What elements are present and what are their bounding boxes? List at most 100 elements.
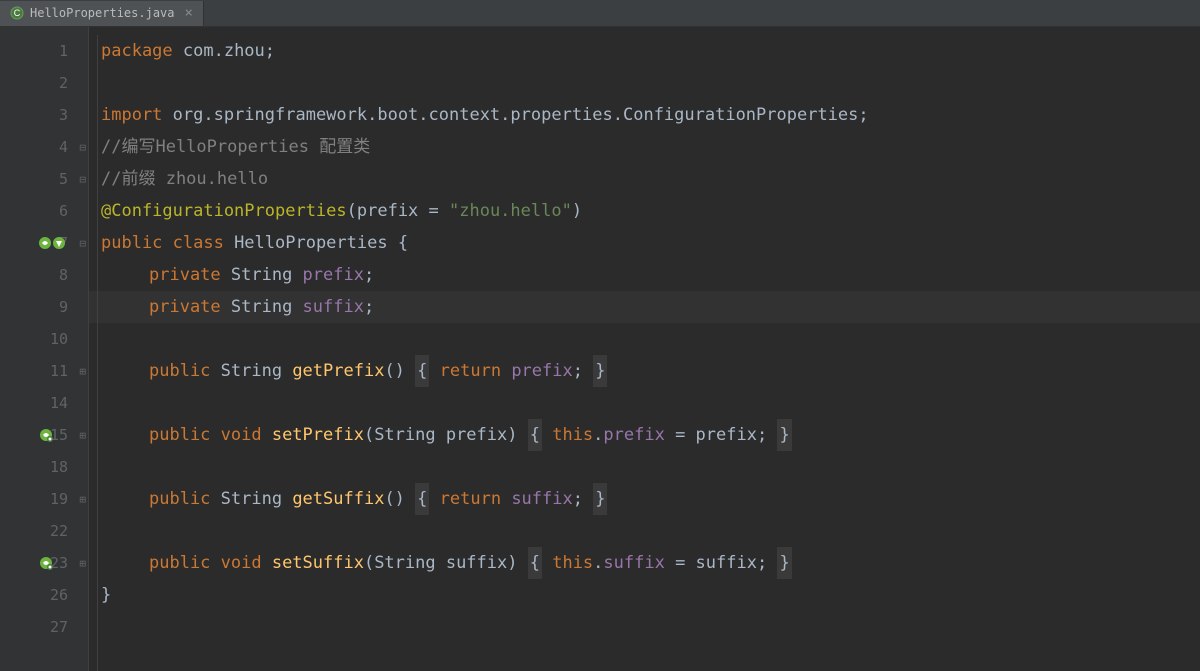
code-token: () (384, 483, 415, 515)
code-token: String (231, 259, 303, 291)
spring-icon[interactable] (38, 427, 68, 443)
line-number: 22 (50, 522, 68, 540)
code-token (542, 419, 552, 451)
line-number: 27 (50, 618, 68, 636)
fold-icon[interactable]: ⊟ (79, 173, 86, 186)
code-line[interactable]: public class HelloProperties { (89, 227, 1200, 259)
gutter-line[interactable]: 4⊟ (0, 131, 88, 163)
gutter-line[interactable]: 9 (0, 291, 88, 323)
code-line[interactable] (89, 451, 1200, 483)
fold-icon[interactable]: ⊟ (79, 141, 86, 154)
code-token: return (440, 355, 512, 387)
code-token: { (388, 227, 408, 259)
gutter-line[interactable]: 11 ⊞ (0, 355, 88, 387)
code-token: prefix (511, 355, 572, 387)
line-number: 11 (50, 362, 68, 380)
code-line[interactable]: public String getPrefix() { return prefi… (89, 355, 1200, 387)
code-token: } (101, 579, 111, 611)
gutter-line[interactable]: 6 (0, 195, 88, 227)
code-token: this (552, 547, 593, 579)
code-line[interactable]: import org.springframework.boot.context.… (89, 99, 1200, 131)
code-token: public void (149, 419, 272, 451)
code-token: ; (265, 35, 275, 67)
gutter-line[interactable]: 15⊞ (0, 419, 88, 451)
code-token: package (101, 35, 183, 67)
line-number: 8 (59, 266, 68, 284)
gutter-line[interactable]: 22 (0, 515, 88, 547)
code-token (583, 355, 593, 387)
fold-icon[interactable]: ⊞ (79, 493, 86, 506)
code-token (583, 483, 593, 515)
gutter-line[interactable]: 10 (0, 323, 88, 355)
line-number: 4 (59, 138, 68, 156)
code-token: setPrefix (272, 419, 364, 451)
code-token: prefix (303, 259, 364, 291)
code-token: org.springframework.boot.context.propert… (173, 99, 859, 131)
code-line[interactable] (89, 67, 1200, 99)
code-token: { (528, 547, 542, 579)
svg-text:C: C (14, 8, 21, 18)
gutter-line[interactable]: 18 (0, 451, 88, 483)
spring-icon[interactable] (38, 235, 68, 251)
code-line[interactable]: package com.zhou; (89, 35, 1200, 67)
editor-area: 1234⊟5⊟67⊟891011⊞1415⊞1819⊞2223⊞2627 pac… (0, 27, 1200, 671)
line-number: 6 (59, 202, 68, 220)
code-token (429, 483, 439, 515)
code-token: public class (101, 227, 234, 259)
class-icon: C (10, 6, 24, 20)
code-token: public void (149, 547, 272, 579)
fold-icon[interactable]: ⊞ (79, 365, 86, 378)
code-token: ; (573, 355, 583, 387)
code-area[interactable]: package com.zhou; import org.springframew… (88, 27, 1200, 671)
gutter-line[interactable]: 3 (0, 99, 88, 131)
gutter-line[interactable]: 14 (0, 387, 88, 419)
code-token: (String prefix) (364, 419, 528, 451)
gutter-line[interactable]: 1 (0, 35, 88, 67)
gutter-line[interactable]: 8 (0, 259, 88, 291)
code-line[interactable]: @ConfigurationProperties(prefix = "zhou.… (89, 195, 1200, 227)
code-token: HelloProperties (234, 227, 388, 259)
code-token: private (149, 291, 231, 323)
code-token: suffix (603, 547, 664, 579)
file-tab[interactable]: C HelloProperties.java × (0, 1, 204, 26)
code-line[interactable]: public void setPrefix(String prefix) { t… (89, 419, 1200, 451)
code-line[interactable] (89, 387, 1200, 419)
line-number: 5 (59, 170, 68, 188)
code-line[interactable]: private String prefix; (89, 259, 1200, 291)
fold-icon[interactable]: ⊞ (79, 557, 86, 570)
fold-icon[interactable]: ⊟ (79, 237, 86, 250)
gutter-line[interactable]: 27 (0, 611, 88, 643)
fold-icon[interactable]: ⊞ (79, 429, 86, 442)
gutter-line[interactable]: 19⊞ (0, 483, 88, 515)
code-line[interactable] (89, 515, 1200, 547)
line-number: 3 (59, 106, 68, 124)
code-line[interactable] (89, 323, 1200, 355)
gutter-line[interactable]: 23⊞ (0, 547, 88, 579)
code-line[interactable]: } (89, 579, 1200, 611)
code-line[interactable]: public String getSuffix() { return suffi… (89, 483, 1200, 515)
line-number: 18 (50, 458, 68, 476)
code-token: = prefix; (665, 419, 778, 451)
gutter-line[interactable]: 7⊟ (0, 227, 88, 259)
code-token: { (415, 355, 429, 387)
close-icon[interactable]: × (185, 5, 193, 21)
code-line[interactable]: //前缀 zhou.hello (89, 163, 1200, 195)
gutter-line[interactable]: 5⊟ (0, 163, 88, 195)
code-token: ; (364, 291, 374, 323)
code-token: ) (572, 195, 582, 227)
indent-guide (97, 35, 98, 671)
code-token: private (149, 259, 231, 291)
gutter-line[interactable]: 2 (0, 67, 88, 99)
code-line[interactable]: private String suffix; (89, 291, 1200, 323)
code-token: String (231, 291, 303, 323)
code-token: (prefix = (347, 195, 449, 227)
code-line[interactable]: //编写HelloProperties 配置类 (89, 131, 1200, 163)
gutter-line[interactable]: 26 (0, 579, 88, 611)
code-line[interactable]: public void setSuffix(String suffix) { t… (89, 547, 1200, 579)
code-token: "zhou.hello" (449, 195, 572, 227)
line-number: 2 (59, 74, 68, 92)
code-line[interactable] (89, 611, 1200, 643)
spring-icon[interactable] (38, 555, 68, 571)
code-token: } (593, 355, 607, 387)
tab-bar: C HelloProperties.java × (0, 0, 1200, 27)
